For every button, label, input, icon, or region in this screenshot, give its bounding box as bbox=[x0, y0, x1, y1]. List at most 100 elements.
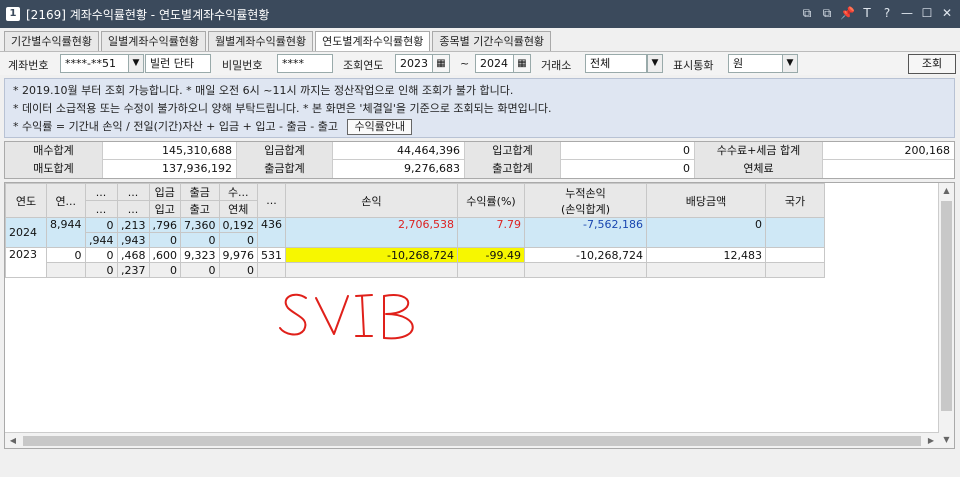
col-header-dividend[interactable]: 배당금액 bbox=[646, 183, 766, 218]
maximize-icon[interactable]: ☐ bbox=[920, 6, 934, 20]
pin-icon[interactable]: 📌 bbox=[840, 6, 855, 20]
cell: ,796 bbox=[148, 217, 181, 233]
scroll-up-icon[interactable]: ▲ bbox=[939, 183, 954, 199]
cell: 436 bbox=[257, 217, 286, 248]
table-row[interactable]: 2024 8,944 0 ,213 ,796 7,360 0,192 436 2… bbox=[5, 217, 825, 248]
cell: ,943 bbox=[116, 232, 150, 248]
horizontal-scrollbar[interactable]: ◀ ▶ bbox=[5, 432, 939, 448]
currency-label: 표시통화 bbox=[673, 59, 714, 72]
col-header-out[interactable]: 출고 bbox=[180, 200, 220, 218]
status-bar bbox=[0, 451, 960, 477]
query-button[interactable]: 조회 bbox=[908, 54, 956, 74]
exchange-dropdown-icon[interactable]: ▼ bbox=[647, 54, 663, 73]
col-header-year[interactable]: 연도 bbox=[5, 183, 47, 218]
table-row[interactable]: 0 ,237 0 0 0 bbox=[6, 262, 825, 278]
minimize-icon[interactable]: — bbox=[900, 6, 914, 20]
col-header-cumulative-sub: (손익합계) bbox=[560, 202, 611, 216]
col-header-overdue[interactable]: 연체 bbox=[218, 200, 258, 218]
copy-window-icon[interactable]: ⧉ bbox=[820, 6, 834, 20]
col-header[interactable]: ... bbox=[257, 183, 286, 218]
col-header[interactable]: ... bbox=[116, 183, 150, 201]
notice-line: * 수익률 = 기간내 손익 / 전일(기간)자산 + 입금 + 입고 - 출금… bbox=[13, 118, 946, 136]
cell: 0 bbox=[180, 232, 220, 248]
vertical-scrollbar[interactable]: ▲ ▼ bbox=[938, 183, 954, 448]
sell-total-label: 매도합계 bbox=[5, 160, 103, 178]
link-icon[interactable]: ⧉ bbox=[800, 6, 814, 20]
col-header[interactable]: ... bbox=[84, 200, 118, 218]
cell: 0 bbox=[84, 217, 118, 233]
col-header-country[interactable]: 국가 bbox=[765, 183, 825, 218]
title-bar: 1 [2169] 계좌수익률현황 - 연도별계좌수익률현황 ⧉ ⧉ 📌 T ? … bbox=[0, 0, 960, 28]
currency-select[interactable]: 원 bbox=[728, 54, 783, 73]
scroll-thumb[interactable] bbox=[23, 436, 921, 446]
handwritten-annotation-svib bbox=[279, 293, 414, 340]
notice-line: * 데이터 소급적용 또는 수정이 불가하오니 양해 부탁드립니다. * 본 화… bbox=[13, 102, 552, 115]
scroll-down-icon[interactable]: ▼ bbox=[939, 432, 954, 448]
font-size-icon[interactable]: T bbox=[860, 6, 874, 20]
out-total-label: 출고합계 bbox=[465, 160, 561, 178]
cell-year: 2024 bbox=[5, 217, 47, 248]
cell bbox=[646, 262, 766, 278]
password-field[interactable]: **** bbox=[277, 54, 333, 73]
help-icon[interactable]: ? bbox=[880, 6, 894, 20]
cell: 7,360 bbox=[180, 217, 220, 233]
cell: 0,192 bbox=[218, 217, 258, 233]
col-header-rate[interactable]: 수익률(%) bbox=[457, 183, 525, 218]
account-dropdown-icon[interactable]: ▼ bbox=[128, 54, 144, 73]
col-header-pnl[interactable]: 손익 bbox=[285, 183, 458, 218]
cell bbox=[524, 262, 647, 278]
notice-panel: * 2019.10월 부터 조회 가능합니다. * 매일 오전 6시 ~11시 … bbox=[4, 78, 955, 138]
exchange-select[interactable]: 전체 bbox=[585, 54, 647, 73]
cell: 0 bbox=[218, 232, 258, 248]
tab-stock-period-return[interactable]: 종목별 기간수익률현황 bbox=[432, 31, 552, 51]
tab-daily-return[interactable]: 일별계좌수익률현황 bbox=[100, 31, 207, 51]
table-row[interactable]: 2023 0 0 ,468 ,600 9,323 9,976 531 -10,2… bbox=[5, 247, 825, 278]
buy-total-label: 매수합계 bbox=[5, 142, 103, 160]
scroll-right-icon[interactable]: ▶ bbox=[923, 433, 939, 448]
col-header-cumulative-label: 누적손익 bbox=[565, 186, 606, 200]
notice-formula: * 수익률 = 기간내 손익 / 전일(기간)자산 + 입금 + 입고 - 출금… bbox=[13, 120, 338, 133]
tab-monthly-return[interactable]: 월별계좌수익률현황 bbox=[208, 31, 314, 51]
col-header-deposit[interactable]: 입금 bbox=[148, 183, 181, 201]
calendar-icon[interactable]: ▦ bbox=[432, 54, 450, 73]
cell: 8,944 bbox=[46, 217, 86, 248]
sell-total-value: 137,936,192 bbox=[103, 160, 237, 178]
currency-dropdown-icon[interactable]: ▼ bbox=[782, 54, 798, 73]
cell: 0 bbox=[84, 262, 118, 278]
exchange-label: 거래소 bbox=[541, 59, 572, 72]
account-number-field[interactable]: ****-**51 bbox=[60, 54, 132, 73]
in-total-value: 0 bbox=[561, 142, 695, 160]
cell bbox=[457, 262, 525, 278]
col-header-cumulative[interactable]: 누적손익 (손익합계) bbox=[524, 183, 647, 218]
tab-yearly-return[interactable]: 연도별계좌수익률현황 bbox=[315, 31, 431, 51]
col-header[interactable]: ... bbox=[116, 200, 150, 218]
cell: 9,323 bbox=[180, 247, 220, 263]
cell-year: 2023 bbox=[5, 247, 47, 278]
tab-period-return[interactable]: 기간별수익률현황 bbox=[4, 31, 99, 51]
cell bbox=[257, 262, 286, 278]
year-from-field[interactable]: 2023 bbox=[395, 54, 433, 73]
overdue-label: 연체료 bbox=[695, 160, 823, 178]
scroll-thumb[interactable] bbox=[941, 201, 952, 411]
cell: ,600 bbox=[148, 247, 181, 263]
return-guide-button[interactable]: 수익률안내 bbox=[347, 119, 413, 135]
fee-tax-value: 200,168 bbox=[904, 144, 951, 157]
col-header[interactable]: ... bbox=[84, 183, 118, 201]
cell-cumulative: -7,562,186 bbox=[524, 217, 647, 248]
col-header[interactable]: 연... bbox=[46, 183, 86, 218]
col-header[interactable]: 수... bbox=[218, 183, 258, 201]
cell-rate: 7.79 bbox=[457, 217, 525, 248]
notice-line: * 2019.10월 부터 조회 가능합니다. * 매일 오전 6시 ~11시 … bbox=[13, 84, 514, 97]
in-total-label: 입고합계 bbox=[465, 142, 561, 160]
calendar-icon[interactable]: ▦ bbox=[513, 54, 531, 73]
window-title: [2169] 계좌수익률현황 - 연도별계좌수익률현황 bbox=[26, 7, 270, 22]
col-header-withdraw[interactable]: 출금 bbox=[180, 183, 220, 201]
cell bbox=[46, 262, 86, 278]
close-icon[interactable]: ✕ bbox=[940, 6, 954, 20]
search-row: 계좌번호 ****-**51 ▼ 빌런 단타 비밀번호 **** 조회연도 20… bbox=[0, 51, 960, 75]
cell: 0 bbox=[180, 262, 220, 278]
app-icon: 1 bbox=[6, 7, 20, 21]
year-to-field[interactable]: 2024 bbox=[475, 54, 515, 73]
col-header-in[interactable]: 입고 bbox=[148, 200, 181, 218]
scroll-left-icon[interactable]: ◀ bbox=[5, 433, 21, 448]
